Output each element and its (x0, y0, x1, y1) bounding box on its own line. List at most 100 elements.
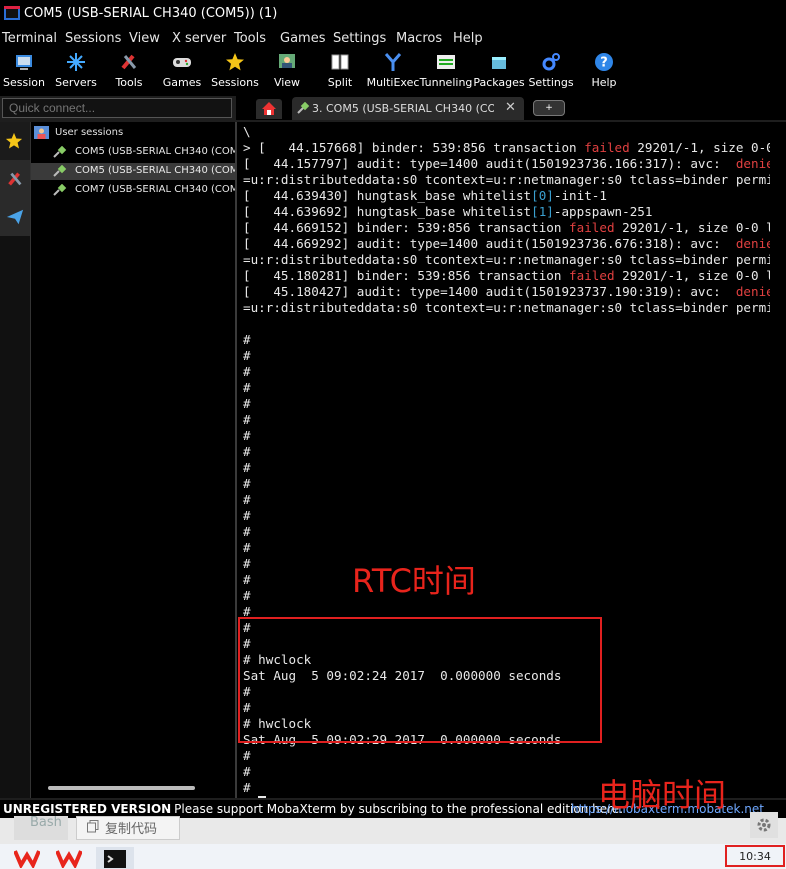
terminal-line: # (243, 556, 251, 572)
terminal-text: # (243, 428, 251, 443)
terminal-line: # (243, 572, 251, 588)
packages-button[interactable]: Packages (471, 48, 527, 96)
sidebar-tab-sftp[interactable] (0, 198, 30, 236)
terminal-text: # (243, 508, 251, 523)
multiexec-button[interactable]: MultiExec (365, 48, 421, 96)
tools-button[interactable]: Tools (101, 48, 157, 96)
menu-settings[interactable]: Settings (333, 31, 386, 46)
tunneling-button[interactable]: Tunneling (418, 48, 474, 96)
menu-macros[interactable]: Macros (396, 31, 442, 46)
menu-tools[interactable]: Tools (234, 31, 266, 46)
terminal-text: # (243, 364, 251, 379)
view-button[interactable]: View (259, 48, 315, 96)
wps-app-icon-2[interactable] (56, 848, 82, 868)
games-icon (173, 58, 191, 67)
serial-plug-icon (53, 184, 67, 196)
terminal-text: [0] (531, 188, 554, 203)
terminal-text: # (243, 380, 251, 395)
terminal-line: # (243, 764, 251, 780)
title-bar: COM5 (USB-SERIAL CH340 (COM5)) (1) (0, 0, 786, 28)
session-item-com7[interactable]: COM7 (USB-SERIAL CH340 (COM7)) (31, 182, 235, 199)
quick-connect-input[interactable] (2, 98, 232, 118)
session-button[interactable]: Session (0, 48, 52, 96)
settings-button[interactable]: Settings (523, 48, 579, 96)
terminal-text: [ 44.639430] hungtask_base whitelist (243, 188, 532, 203)
support-message: - Please support MobaXterm by subscribin… (166, 802, 624, 816)
terminal-text: # (243, 460, 251, 475)
menu-games[interactable]: Games (280, 31, 325, 46)
terminal-text: =u:r:distributeddata:s0 tcontext=u:r:net… (243, 252, 786, 267)
close-tab-icon[interactable]: ✕ (505, 100, 516, 115)
terminal-line: # (243, 796, 267, 798)
split-icon (331, 54, 349, 70)
terminal-cursor (258, 796, 267, 798)
wps-app-icon[interactable] (14, 848, 40, 868)
home-tab[interactable] (256, 99, 282, 119)
terminal-line: # (243, 460, 251, 476)
menu-terminal[interactable]: Terminal (2, 31, 57, 46)
terminal-text: > [ 44.157668] binder: 539:856 transacti… (243, 140, 585, 155)
window-title: COM5 (USB-SERIAL CH340 (COM5)) (1) (24, 6, 278, 21)
rtc-time-annotation: RTC时间 (352, 562, 476, 600)
terminal-text: 29201/-1, size 0-0 line 3128 (622, 268, 786, 283)
help-button[interactable]: ? Help (576, 48, 632, 96)
settings-gear-button[interactable] (750, 812, 778, 838)
split-button[interactable]: Split (312, 48, 368, 96)
session-item-com5-selected[interactable]: COM5 (USB-SERIAL CH340 (COM5)) (31, 163, 235, 180)
sessions-panel: User sessions COM5 (USB-SERIAL CH340 (CO… (31, 122, 235, 798)
tab-com5[interactable]: 3. COM5 (USB-SERIAL CH340 (COM5)) ✕ (292, 97, 524, 120)
user-sessions-label: User sessions (55, 127, 124, 138)
star-icon (5, 132, 23, 149)
menu-bar: Terminal Sessions View X server Tools Ga… (0, 28, 786, 48)
terminal-line: # (243, 748, 251, 764)
terminal-line: # (243, 524, 251, 540)
svg-text:?: ? (600, 56, 608, 71)
terminal-line: [ 44.669152] binder: 539:856 transaction… (243, 220, 786, 236)
bash-tab[interactable]: Bash (14, 815, 68, 840)
sidebar-tab-sessions[interactable] (0, 122, 30, 160)
packages-icon (492, 57, 506, 69)
terminal-text: # (243, 444, 251, 459)
terminal-line: # (243, 332, 251, 348)
terminal-text: # (243, 492, 251, 507)
terminal-line: =u:r:distributeddata:s0 tcontext=u:r:net… (243, 300, 786, 316)
taskbar-clock[interactable]: 10:34 (725, 845, 785, 867)
menu-help[interactable]: Help (453, 31, 483, 46)
terminal-text: failed (569, 220, 615, 235)
terminal-line: # (243, 588, 251, 604)
servers-button[interactable]: Servers (48, 48, 104, 96)
sidebar-strip (0, 122, 31, 798)
terminal-line: [ 44.639430] hungtask_base whitelist[0]-… (243, 188, 607, 204)
terminal-line: [ 44.157797] audit: type=1400 audit(1501… (243, 156, 781, 172)
terminal-text: # (243, 524, 251, 539)
user-sessions-folder[interactable]: User sessions (31, 125, 235, 142)
terminal-line: =u:r:distributeddata:s0 tcontext=u:r:net… (243, 172, 786, 188)
terminal-line: # (243, 492, 251, 508)
games-button[interactable]: Games (154, 48, 210, 96)
mobaxterm-taskbar-button[interactable] (96, 847, 134, 869)
gear-icon (757, 818, 771, 832)
menu-x-server[interactable]: X server (172, 31, 226, 46)
menu-sessions[interactable]: Sessions (65, 31, 121, 46)
terminal-text: # (243, 476, 251, 491)
menu-view[interactable]: View (129, 31, 160, 46)
copy-code-button[interactable]: 复制代码 (76, 816, 180, 840)
help-icon: ? (595, 53, 613, 71)
serial-plug-icon (53, 165, 67, 177)
servers-icon (67, 53, 85, 71)
sessions-horizontal-scrollbar[interactable] (48, 786, 195, 790)
terminal-scrollbar[interactable] (770, 122, 786, 798)
new-tab-button[interactable]: + (533, 100, 565, 116)
terminal-text: =u:r:distributeddata:s0 tcontext=u:r:net… (243, 300, 786, 315)
terminal-text: # (243, 412, 251, 427)
terminal-text: [ 44.639692] hungtask_base whitelist (243, 204, 532, 219)
sessions-button[interactable]: Sessions (207, 48, 263, 96)
terminal-text: # (243, 348, 251, 363)
terminal-text: [ 45.180281] binder: 539:856 transaction (243, 268, 570, 283)
terminal-line: # (243, 348, 251, 364)
terminal-text: # (243, 556, 251, 571)
sidebar-tab-tools[interactable] (0, 160, 30, 198)
tab-com5-label: 3. COM5 (USB-SERIAL CH340 (COM5)) (312, 102, 494, 115)
terminal-line: # (243, 780, 251, 796)
session-item-com5[interactable]: COM5 (USB-SERIAL CH340 (COM5)) (31, 144, 235, 161)
